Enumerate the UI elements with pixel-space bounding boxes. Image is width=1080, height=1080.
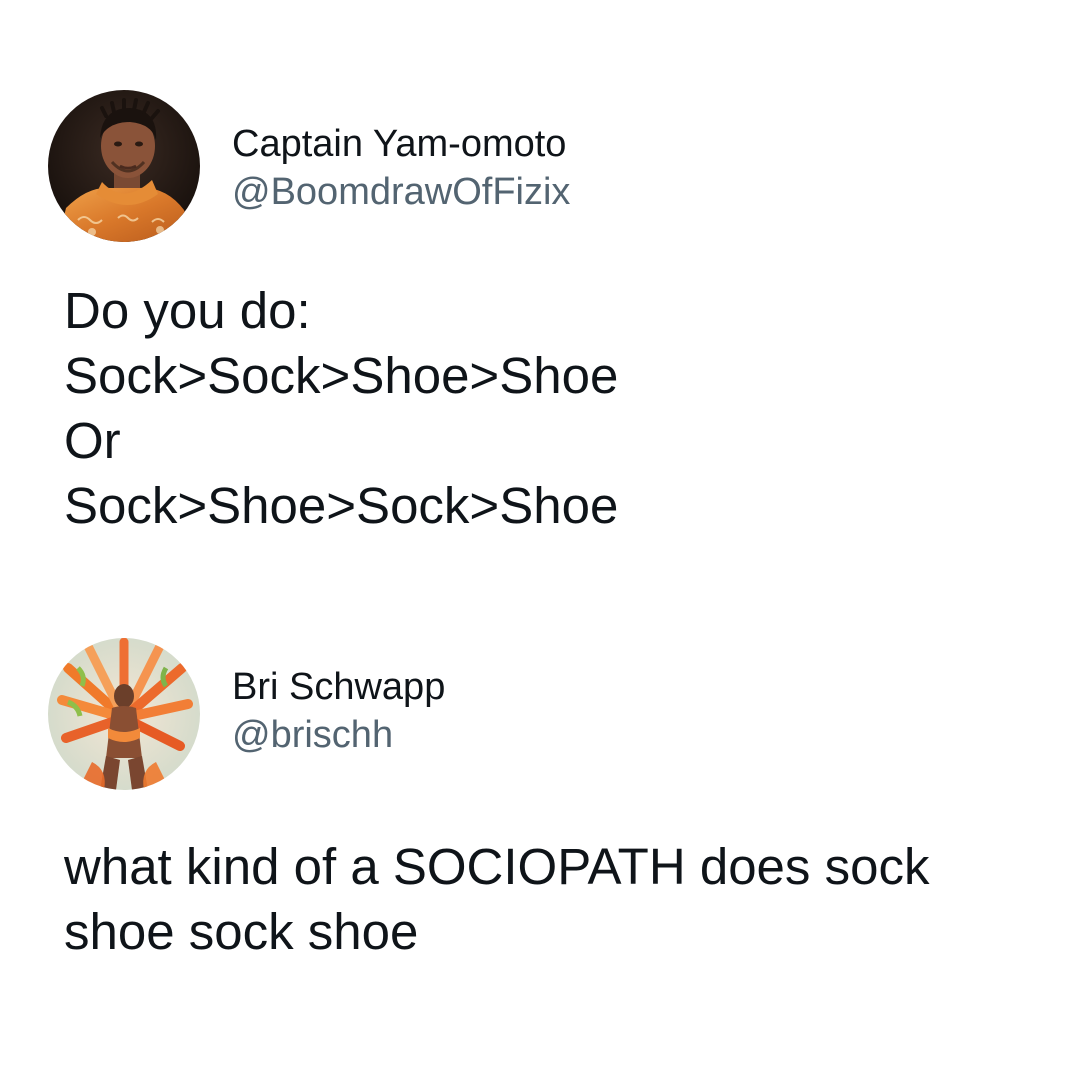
tweet-text: what kind of a SOCIOPATH does sock shoe … xyxy=(64,834,1024,964)
display-name[interactable]: Bri Schwapp xyxy=(232,665,445,709)
user-handle[interactable]: @BoomdrawOfFizix xyxy=(232,170,570,214)
display-name[interactable]: Captain Yam-omoto xyxy=(232,122,566,166)
tweet-text-line: Do you do: xyxy=(64,282,311,339)
tweet-text: Do you do: Sock>Sock>Shoe>Shoe Or Sock>S… xyxy=(64,278,1024,538)
tweet-text-line: what kind of a SOCIOPATH does sock xyxy=(64,838,930,895)
portrait-photo-icon xyxy=(48,90,200,242)
carnival-costume-photo-icon xyxy=(48,638,200,790)
tweet-text-line: Sock>Sock>Shoe>Shoe xyxy=(64,347,619,404)
user-handle[interactable]: @brischh xyxy=(232,713,393,757)
tweet-text-line: shoe sock shoe xyxy=(64,903,419,960)
avatar[interactable] xyxy=(48,638,200,790)
tweet-text-line: Or xyxy=(64,412,121,469)
tweet-text-line: Sock>Shoe>Sock>Shoe xyxy=(64,477,619,534)
avatar[interactable] xyxy=(48,90,200,242)
